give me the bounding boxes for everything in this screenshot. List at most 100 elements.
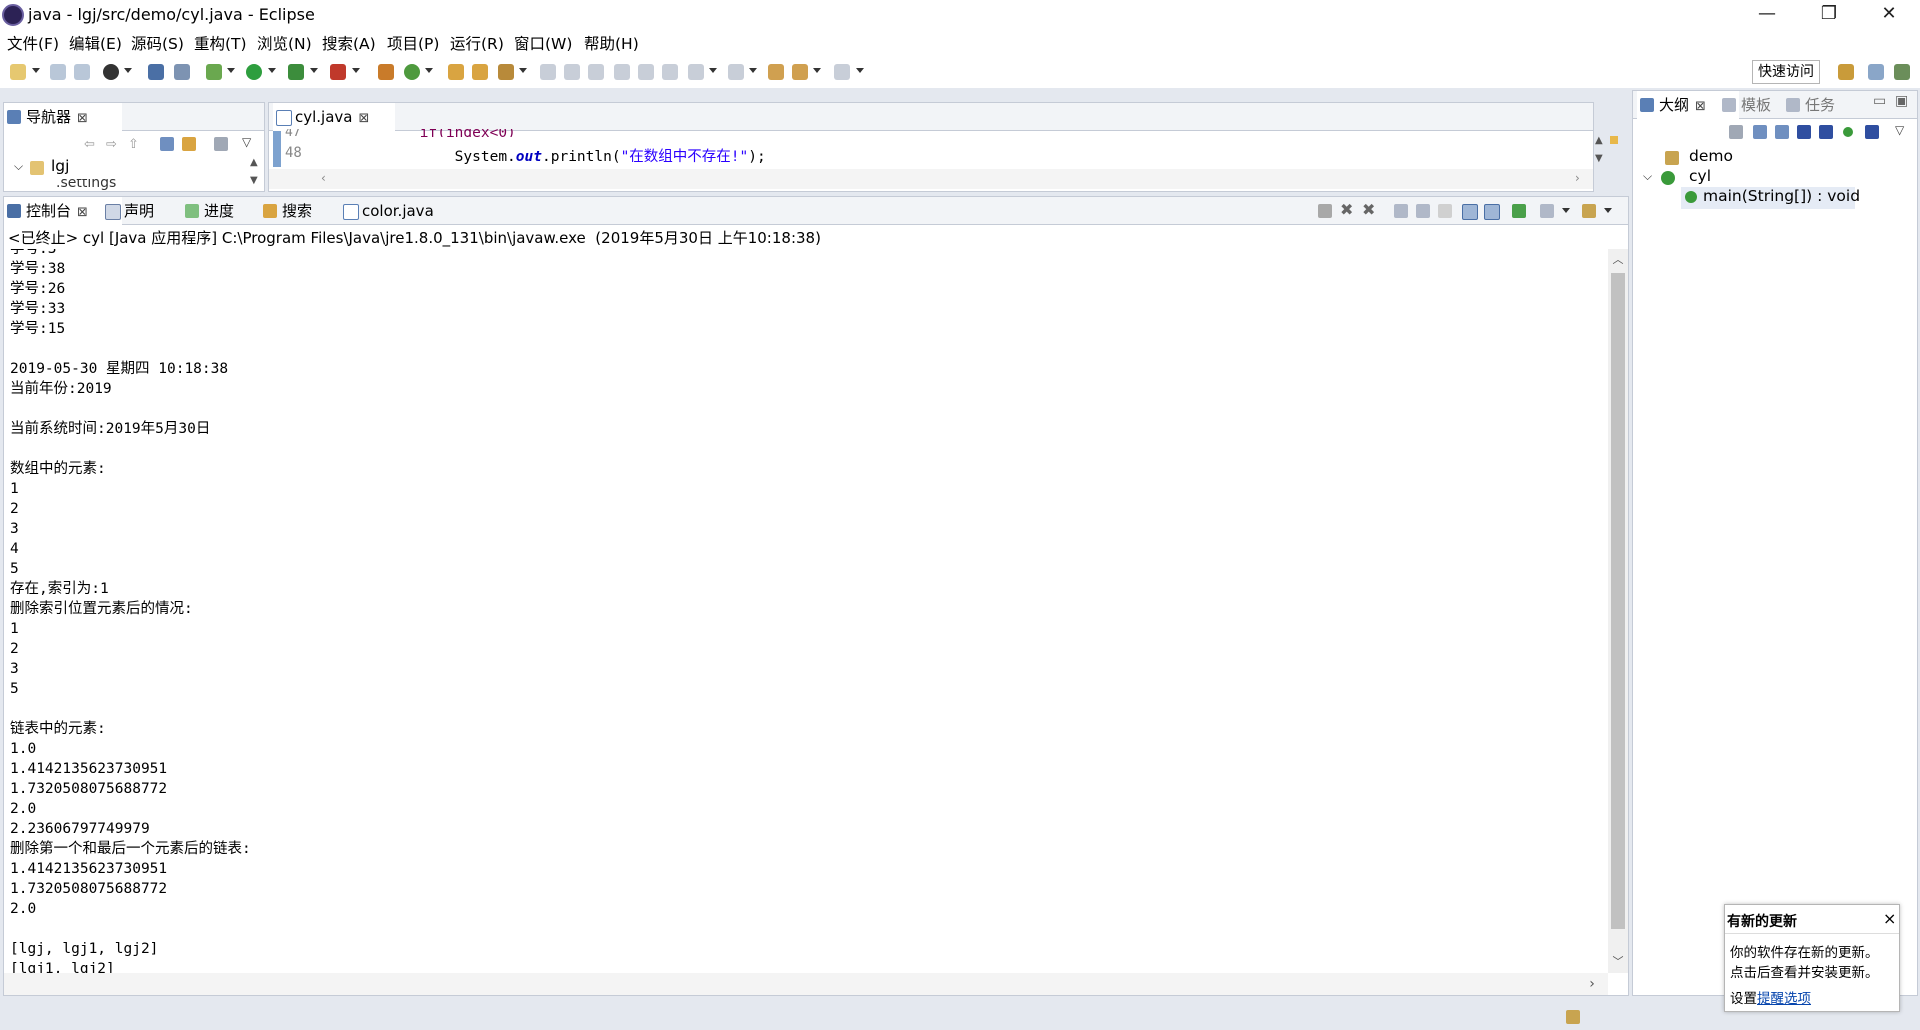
terminate-icon[interactable] (1318, 204, 1332, 218)
outline-item-demo[interactable]: demo (1689, 147, 1733, 165)
show-stderr-icon[interactable] (1484, 204, 1500, 220)
view-menu-icon[interactable]: ▽ (242, 135, 251, 149)
close-icon[interactable]: ⊠ (77, 111, 88, 126)
word-wrap-icon[interactable] (1438, 204, 1452, 218)
menu-search[interactable]: 搜索(A) (322, 32, 376, 54)
open-type-icon[interactable] (448, 64, 464, 80)
back-nav-icon[interactable]: ⇦ (84, 137, 98, 152)
tree-item-settings[interactable]: .settings (56, 179, 206, 191)
run-dropdown-icon[interactable] (268, 68, 276, 73)
profile-dropdown-icon[interactable] (124, 68, 132, 73)
focus-active-task-icon[interactable] (1729, 125, 1743, 139)
update-popup[interactable]: 有新的更新 × 你的软件存在新的更新。 点击后查看并安装更新。 设置提醒选项 (1724, 904, 1900, 1012)
previous-annotation-dropdown-icon[interactable] (749, 68, 757, 73)
close-button[interactable]: ✕ (1866, 2, 1912, 28)
pilcrow-icon[interactable] (662, 64, 678, 80)
menu-help[interactable]: 帮助(H) (584, 32, 639, 54)
display-console-icon[interactable] (1540, 204, 1554, 218)
profile-icon[interactable] (103, 64, 119, 80)
tab-color-java[interactable]: color.java (340, 197, 472, 225)
block-selection-icon[interactable] (564, 64, 580, 80)
hide-local-types-icon[interactable] (1865, 125, 1879, 139)
collapse-all-icon[interactable] (1753, 125, 1767, 139)
scrollbar-thumb[interactable] (1611, 273, 1625, 929)
save-icon[interactable] (50, 64, 66, 80)
menu-window[interactable]: 窗口(W) (514, 32, 572, 54)
code-line-47[interactable]: if(index<0) (315, 129, 516, 137)
up-nav-icon[interactable]: ⇧ (128, 137, 142, 152)
hide-static-icon[interactable] (1819, 125, 1833, 139)
debug-icon[interactable] (206, 64, 222, 80)
menu-run[interactable]: 运行(R) (450, 32, 504, 54)
open-console-icon[interactable] (1582, 204, 1596, 218)
scroll-up-arrow[interactable]: ▲ (250, 157, 258, 168)
new-java-class-icon[interactable] (404, 64, 420, 80)
coverage-icon[interactable] (288, 64, 304, 80)
external-tools-icon[interactable] (330, 64, 346, 80)
scroll-up-arrow[interactable]: ︿ (1608, 251, 1628, 267)
minimize-view-icon[interactable]: ▭ (1873, 93, 1886, 109)
run-icon[interactable] (246, 64, 262, 80)
previous-annotation-icon[interactable] (728, 64, 744, 80)
toggle-mark-occurrences-icon[interactable] (540, 64, 556, 80)
debug-dropdown-icon[interactable] (227, 68, 235, 73)
outline-item-main[interactable]: main(String[]) : void (1703, 187, 1860, 205)
close-icon[interactable]: ⊠ (1695, 99, 1706, 114)
scroll-down-arrow[interactable]: ▼ (250, 175, 258, 186)
filters-icon[interactable] (214, 137, 228, 151)
scroll-down-arrow[interactable]: ﹀ (1608, 953, 1628, 969)
tab-tasks[interactable]: 任务 (1783, 91, 1865, 119)
quick-access-field[interactable]: 快速访问 (1752, 60, 1820, 84)
link-with-editor-icon[interactable] (182, 137, 196, 151)
menu-edit[interactable]: 编辑(E) (69, 32, 122, 54)
skip-breakpoints-icon[interactable] (174, 64, 190, 80)
show-whitespace-icon[interactable] (614, 64, 630, 80)
display-console-dropdown-icon[interactable] (1562, 208, 1570, 213)
open-perspective-icon[interactable] (1838, 64, 1854, 80)
minimize-button[interactable]: — (1744, 2, 1790, 28)
code-line-48[interactable]: System.out.println("在数组中不存在!"); (315, 145, 766, 166)
next-annotation-dropdown-icon[interactable] (709, 68, 717, 73)
menu-refactor[interactable]: 重构(T) (194, 32, 247, 54)
close-icon[interactable]: ⊠ (77, 205, 88, 220)
tab-cyl-java[interactable]: cyl.java ⊠ (273, 103, 395, 131)
next-annotation-icon[interactable] (688, 64, 704, 80)
maximize-view-icon[interactable]: ▣ (1895, 93, 1908, 109)
tab-navigator[interactable]: 导航器 ⊠ (4, 103, 122, 131)
show-block-icon[interactable] (638, 64, 654, 80)
hide-non-public-icon[interactable] (1843, 127, 1853, 137)
scroll-left-arrow[interactable]: ‹ (321, 171, 326, 185)
scroll-right-arrow[interactable]: › (1584, 976, 1600, 992)
console-output[interactable]: 学号:3 学号:38 学号:26 学号:33 学号:15 2019-05-30 星期四 1… (4, 249, 1608, 973)
word-wrap-icon[interactable] (588, 64, 604, 80)
view-menu-icon[interactable]: ▽ (1895, 123, 1904, 137)
menu-source[interactable]: 源码(S) (131, 32, 184, 54)
show-stdout-icon[interactable] (1462, 204, 1478, 220)
sort-icon[interactable] (1775, 125, 1789, 139)
new-class-dropdown-icon[interactable] (425, 68, 433, 73)
tree-item-lgj[interactable]: lgj (51, 157, 69, 175)
java-perspective-icon[interactable] (1894, 64, 1910, 80)
menu-file[interactable]: 文件(F) (7, 32, 59, 54)
coverage-dropdown-icon[interactable] (310, 68, 318, 73)
remove-launch-icon[interactable]: ✖ (1340, 200, 1353, 219)
tab-declaration[interactable]: 声明 (102, 197, 192, 225)
remove-all-terminated-icon[interactable]: ✖ (1362, 200, 1375, 219)
expand-chevron-icon[interactable]: ⌵ (1643, 169, 1652, 184)
java-ee-perspective-icon[interactable] (1868, 64, 1884, 80)
tab-search[interactable]: 搜索 (260, 197, 350, 225)
new-icon[interactable] (10, 64, 26, 80)
forward-nav-icon[interactable]: ⇨ (106, 137, 120, 152)
save-all-icon[interactable] (74, 64, 90, 80)
external-tools-dropdown-icon[interactable] (352, 68, 360, 73)
restore-button[interactable]: ❐ (1806, 2, 1852, 28)
new-dropdown-icon[interactable] (32, 68, 40, 73)
outline-item-cyl[interactable]: cyl (1689, 167, 1711, 185)
back-dropdown-icon[interactable] (813, 68, 821, 73)
open-console-dropdown-icon[interactable] (1604, 208, 1612, 213)
search-dropdown-icon[interactable] (519, 68, 527, 73)
menu-navigate[interactable]: 浏览(N) (257, 32, 312, 54)
expand-chevron-icon[interactable]: ⌵ (14, 159, 23, 174)
last-edit-location-icon[interactable] (768, 64, 784, 80)
terminal-icon[interactable] (148, 64, 164, 80)
